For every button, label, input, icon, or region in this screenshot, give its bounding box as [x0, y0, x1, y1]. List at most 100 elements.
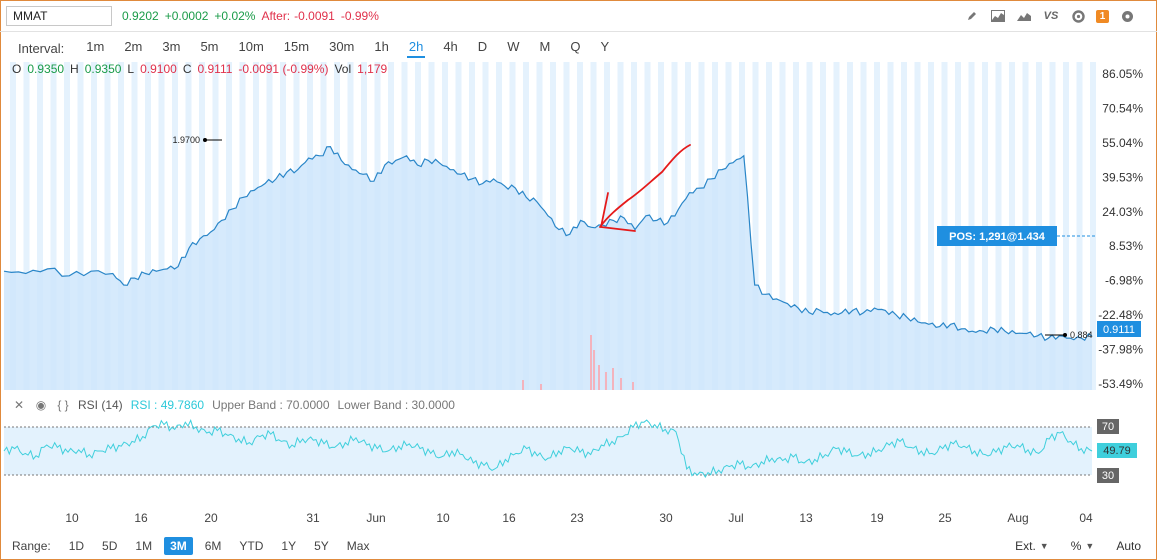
interval-m[interactable]: M: [529, 38, 560, 58]
after-hours-change: -0.0091: [294, 9, 335, 23]
rsi-chart[interactable]: 70 49.79 30: [0, 415, 1157, 495]
interval-q[interactable]: Q: [560, 38, 590, 58]
range-1y[interactable]: 1Y: [275, 537, 302, 555]
interval-label: Interval:: [18, 40, 65, 56]
range-label: Range:: [12, 539, 51, 553]
x-tick-label: Jun: [366, 511, 385, 525]
volume-label: Vol: [334, 62, 352, 76]
low-value: 0.9100: [140, 62, 177, 76]
ohlc-readout: O 0.9350 H 0.9350 L 0.9100 C 0.9111 -0.0…: [12, 62, 387, 76]
range-max[interactable]: Max: [341, 537, 376, 555]
x-tick-label: 13: [799, 511, 813, 525]
interval-2h[interactable]: 2h: [399, 38, 433, 58]
header-divider: [0, 31, 1157, 32]
range-3m[interactable]: 3M: [164, 537, 193, 555]
volume-bar: [522, 380, 524, 390]
quote-bar: MMAT 0.9202 +0.0002 +0.02% After: -0.009…: [6, 5, 1151, 27]
interval-4h[interactable]: 4h: [433, 38, 467, 58]
interval-1m[interactable]: 1m: [76, 38, 114, 58]
price-chart[interactable]: 86.05% 70.54% 55.04% 39.53% 24.03% 8.53% -6.98…: [0, 60, 1157, 390]
auto-scale-toggle[interactable]: Auto: [1116, 539, 1141, 553]
position-label: POS: 1,291@1.434: [949, 231, 1046, 243]
x-tick-label: 10: [65, 511, 79, 525]
symbol-input[interactable]: MMAT: [6, 6, 112, 26]
rsi-name: RSI (14): [78, 398, 123, 412]
y-tick-label: -53.49%: [1098, 377, 1143, 390]
close-icon[interactable]: ✕: [12, 398, 26, 412]
rsi-lower-band: Lower Band : 30.0000: [337, 398, 455, 412]
range-1d[interactable]: 1D: [63, 537, 90, 555]
range-6m[interactable]: 6M: [199, 537, 228, 555]
x-tick-label: 16: [502, 511, 516, 525]
y-tick-label: 24.03%: [1102, 205, 1143, 219]
x-tick-label: 31: [306, 511, 320, 525]
x-tick-label: 30: [659, 511, 673, 525]
y-tick-label: -6.98%: [1105, 274, 1143, 288]
range-5d[interactable]: 5D: [96, 537, 123, 555]
x-tick-label: 10: [436, 511, 450, 525]
quote-change-pct: +0.02%: [214, 9, 256, 23]
y-tick-label: 70.54%: [1102, 101, 1143, 115]
high-label: 1.9700: [172, 135, 200, 145]
high-marker-dot: [203, 138, 207, 142]
mountain-icon[interactable]: [1016, 8, 1032, 24]
range-5y[interactable]: 5Y: [308, 537, 335, 555]
interval-w[interactable]: W: [497, 38, 529, 58]
x-tick-label: 25: [938, 511, 952, 525]
chart-area-icon[interactable]: [990, 8, 1006, 24]
low-label-ohlc: L: [127, 62, 135, 76]
x-axis: 10 16 20 31 Jun 10 16 23 30 Jul 13 19 25 Aug 04: [65, 511, 1093, 525]
interval-5m[interactable]: 5m: [190, 38, 228, 58]
compare-vs-icon[interactable]: VS: [1042, 8, 1060, 24]
rsi-upper-band: Upper Band : 70.0000: [212, 398, 330, 412]
interval-10m[interactable]: 10m: [229, 38, 274, 58]
extended-hours-toggle[interactable]: Ext. ▼: [1015, 539, 1049, 553]
rsi-current-label: 49.79: [1103, 445, 1131, 457]
last-price-label: 0.9111: [1103, 324, 1135, 336]
settings-cog-icon[interactable]: [1119, 8, 1135, 24]
y-tick-label: 55.04%: [1102, 136, 1143, 150]
percent-toggle[interactable]: % ▼: [1071, 539, 1095, 553]
notification-badge-icon[interactable]: 1: [1096, 9, 1109, 23]
volume-bar: [593, 350, 595, 390]
y-tick-label: 86.05%: [1102, 67, 1143, 81]
y-tick-label: -22.48%: [1098, 308, 1143, 322]
quote-price: 0.9202: [122, 9, 159, 23]
x-tick-label: Jul: [728, 511, 743, 525]
interval-1h[interactable]: 1h: [364, 38, 398, 58]
interval-3m[interactable]: 3m: [152, 38, 190, 58]
chevron-down-icon: ▼: [1039, 541, 1049, 551]
gear-icon[interactable]: [1070, 8, 1086, 24]
rsi-upper-tag-label: 70: [1102, 421, 1114, 433]
x-tick-label: 20: [204, 511, 218, 525]
x-tick-label: 04: [1079, 511, 1093, 525]
rsi-band-fill: [4, 427, 1092, 475]
close-value: 0.9111: [197, 62, 233, 76]
volume-bar: [605, 372, 607, 390]
braces-icon[interactable]: { }: [56, 398, 70, 412]
range-bar: Range: 1D 5D 1M 3M 6M YTD 1Y 5Y Max: [12, 535, 381, 557]
y-tick-label: 39.53%: [1102, 170, 1143, 184]
interval-30m[interactable]: 30m: [319, 38, 364, 58]
rsi-value: RSI : 49.7860: [130, 398, 205, 412]
interval-d[interactable]: D: [468, 38, 497, 58]
quote-change: +0.0002: [164, 9, 209, 23]
toolbar-icons: VS 1: [964, 5, 1135, 27]
interval-y[interactable]: Y: [590, 38, 619, 58]
volume-bar: [612, 368, 614, 390]
interval-2m[interactable]: 2m: [114, 38, 152, 58]
after-hours-label: After:: [261, 9, 291, 23]
interval-15m[interactable]: 15m: [274, 38, 319, 58]
low-label: 0.884: [1070, 330, 1093, 340]
range-ytd[interactable]: YTD: [233, 537, 269, 555]
volume-bar: [598, 365, 600, 390]
pencil-icon[interactable]: [964, 8, 980, 24]
right-controls: Ext. ▼ % ▼ Auto: [1015, 535, 1141, 557]
volume-value: 1,179: [357, 62, 388, 76]
eye-icon[interactable]: ◉: [34, 398, 48, 412]
range-1m[interactable]: 1M: [129, 537, 158, 555]
close-label: C: [182, 62, 192, 76]
open-value: 0.9350: [27, 62, 65, 76]
x-axis-ticks: 10 16 20 31 Jun 10 16 23 30 Jul 13 19 25 Aug 04: [65, 511, 1093, 525]
x-tick-label: Aug: [1007, 511, 1028, 525]
